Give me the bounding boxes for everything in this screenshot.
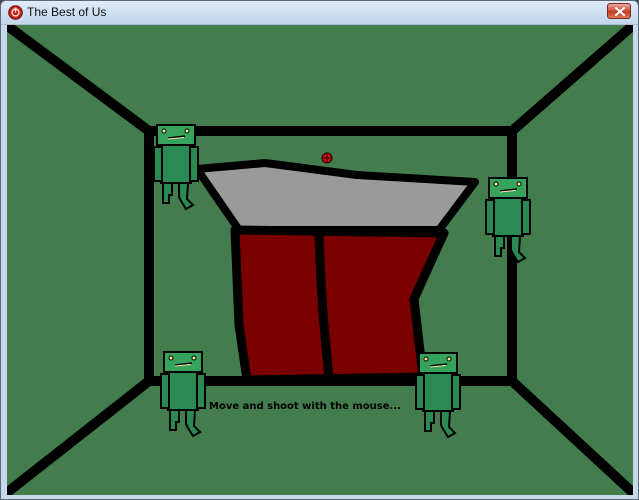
close-icon bbox=[615, 7, 625, 16]
dumpster-door[interactable] bbox=[230, 225, 449, 385]
title-bar[interactable]: The Best of Us bbox=[1, 1, 638, 25]
game-area[interactable]: Move and shoot with the mouse... bbox=[7, 25, 633, 495]
game-scene[interactable] bbox=[7, 25, 633, 495]
instruction-text: Move and shoot with the mouse... bbox=[209, 401, 401, 412]
app-icon bbox=[8, 5, 23, 20]
window-title: The Best of Us bbox=[27, 5, 107, 19]
crosshair-icon bbox=[321, 152, 333, 164]
close-button[interactable] bbox=[607, 3, 631, 19]
game-window: The Best of Us Move and shoot with the m… bbox=[0, 0, 639, 500]
